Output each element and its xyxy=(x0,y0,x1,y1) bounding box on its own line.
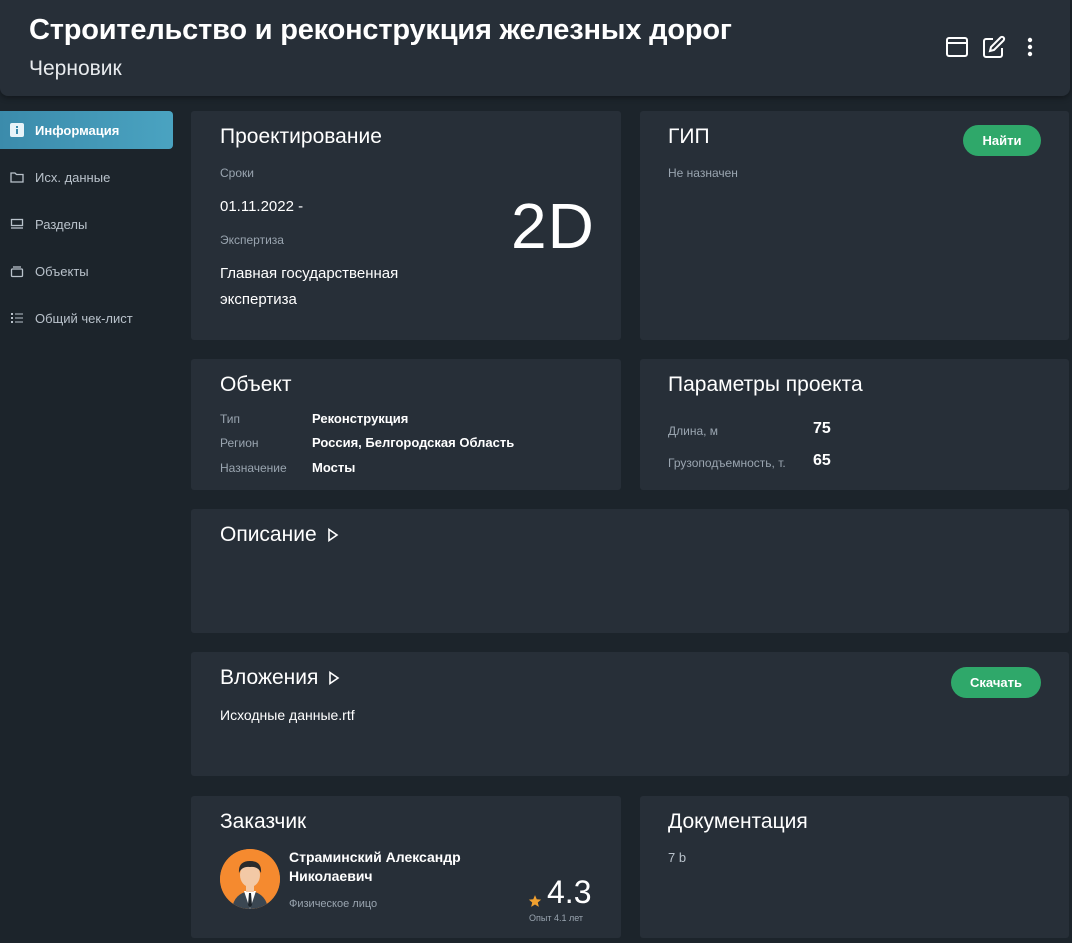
expertise-value: Главная государственная xyxy=(220,265,399,282)
sidebar-item-label: Исх. данные xyxy=(35,169,111,185)
attachments-card: Вложения Исходные данные.rtf Скачать xyxy=(191,652,1069,776)
params-title: Параметры проекта xyxy=(668,373,863,396)
design-card: Проектирование Сроки 01.11.2022 - Экспер… xyxy=(191,111,621,340)
attachments-header[interactable]: Вложения xyxy=(220,666,340,690)
object-card: Объект Тип Реконструкция Регион Россия, … xyxy=(191,359,621,490)
customer-type: Физическое лицо xyxy=(289,898,378,910)
description-card: Описание xyxy=(191,509,1069,633)
gip-title: ГИП xyxy=(668,125,710,148)
sidebar-item-label: Информация xyxy=(35,122,120,138)
design-title: Проектирование xyxy=(220,125,382,148)
customer-card: Заказчик Страминский Александр Николаеви… xyxy=(191,796,621,938)
sidebar-item-label: Общий чек-лист xyxy=(35,310,133,326)
object-purpose-label: Назначение xyxy=(220,461,287,475)
info-icon xyxy=(10,123,24,137)
find-button[interactable]: Найти xyxy=(963,125,1041,156)
object-type-value: Реконструкция xyxy=(312,411,409,426)
sidebar-item-source-data[interactable]: Исх. данные xyxy=(0,158,173,196)
description-header[interactable]: Описание xyxy=(220,523,339,547)
description-title: Описание xyxy=(220,523,317,546)
object-region-value: Россия, Белгородская Область xyxy=(312,435,515,450)
star-icon xyxy=(528,894,542,908)
terms-label: Сроки xyxy=(220,166,254,180)
object-type-label: Тип xyxy=(220,412,241,426)
length-value: 75 xyxy=(813,420,831,437)
customer-rating: 4.3 xyxy=(547,874,592,910)
checklist-icon xyxy=(10,311,24,325)
params-card: Параметры проекта Длина, м 75 Грузоподъе… xyxy=(640,359,1069,490)
customer-name[interactable]: Страминский Александр xyxy=(289,849,461,865)
object-region-label: Регион xyxy=(220,436,259,450)
docs-card: Документация 7 b xyxy=(640,796,1069,938)
customer-title: Заказчик xyxy=(220,810,307,833)
sidebar-item-sections[interactable]: Разделы xyxy=(0,205,173,243)
capacity-value: 65 xyxy=(813,452,831,469)
object-title: Объект xyxy=(220,373,292,396)
docs-size: 7 b xyxy=(668,850,687,865)
attachments-title: Вложения xyxy=(220,666,319,689)
window-icon[interactable] xyxy=(945,35,969,59)
attachment-file-link[interactable]: Исходные данные.rtf xyxy=(220,707,355,723)
status-label: Черновик xyxy=(29,57,122,80)
page-header: Строительство и реконструкция железных д… xyxy=(0,0,1070,96)
avatar[interactable] xyxy=(220,849,280,909)
length-label: Длина, м xyxy=(668,424,719,438)
sidebar-item-label: Объекты xyxy=(35,263,89,279)
sidebar-item-label: Разделы xyxy=(35,216,88,232)
objects-icon xyxy=(10,264,24,278)
download-button[interactable]: Скачать xyxy=(951,667,1041,698)
capacity-label: Грузоподъемность, т. xyxy=(668,456,786,470)
expertise-value-cont: экспертиза xyxy=(220,291,297,308)
sidebar-item-checklist[interactable]: Общий чек-лист xyxy=(0,299,173,337)
sidebar: Информация Исх. данные Разделы Объекты О… xyxy=(0,111,173,346)
play-arrow-icon[interactable] xyxy=(327,528,339,542)
folder-icon xyxy=(10,170,24,184)
more-vertical-icon[interactable] xyxy=(1018,35,1042,59)
terms-value: 01.11.2022 - xyxy=(220,198,304,215)
customer-experience: Опыт 4.1 лет xyxy=(529,913,584,923)
sections-icon xyxy=(10,217,24,231)
edit-icon[interactable] xyxy=(982,35,1006,59)
play-arrow-icon[interactable] xyxy=(328,671,340,685)
gip-status: Не назначен xyxy=(668,166,738,180)
sidebar-item-objects[interactable]: Объекты xyxy=(0,252,173,290)
docs-title: Документация xyxy=(668,810,808,833)
expertise-label: Экспертиза xyxy=(220,233,284,247)
object-purpose-value: Мосты xyxy=(312,460,356,475)
sidebar-item-info[interactable]: Информация xyxy=(0,111,173,149)
customer-name-cont[interactable]: Николаевич xyxy=(289,868,373,884)
gip-card: ГИП Не назначен Найти xyxy=(640,111,1069,340)
page-title: Строительство и реконструкция железных д… xyxy=(29,14,732,46)
design-mode: 2D xyxy=(511,190,595,262)
